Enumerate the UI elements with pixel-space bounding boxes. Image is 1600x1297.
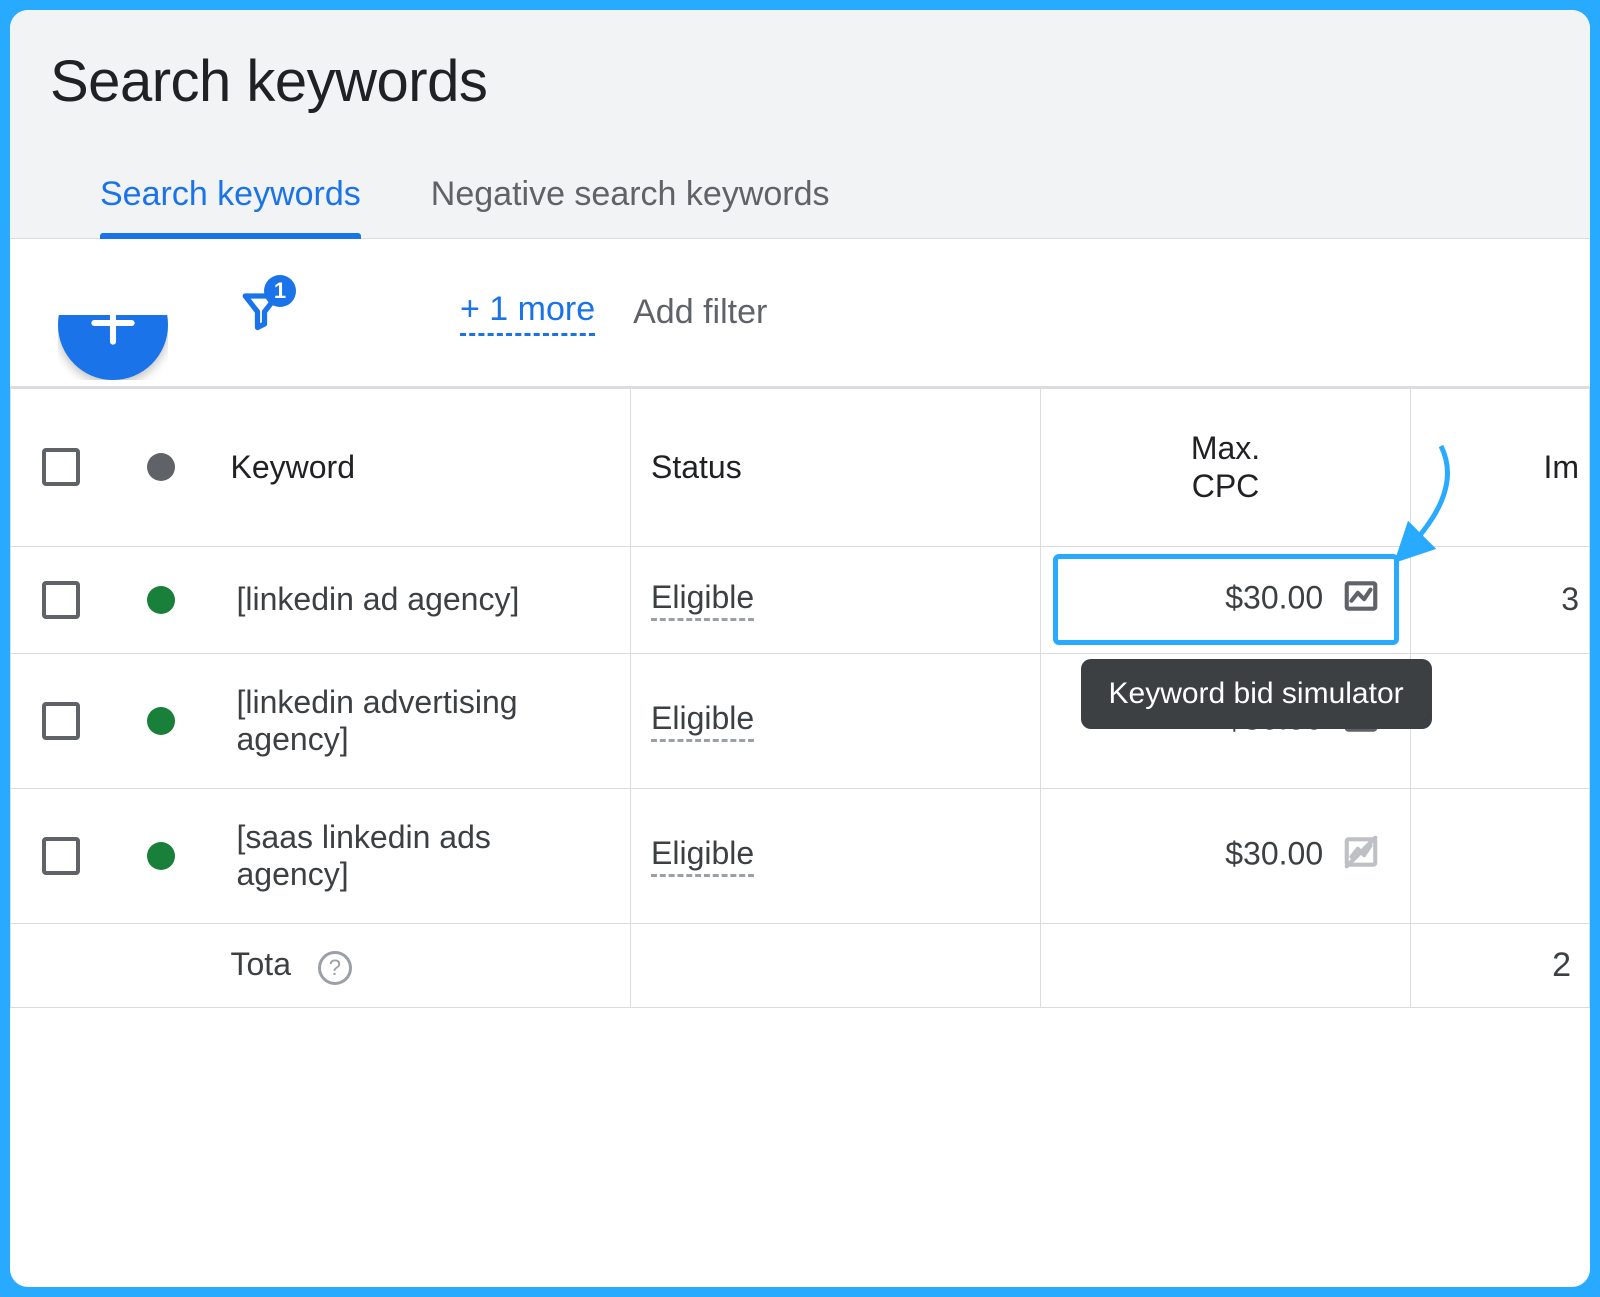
filter-bar: 1 + 1 more Add filter <box>10 239 1590 388</box>
tabs: Search keywords Negative search keywords <box>50 175 1550 238</box>
chart-icon <box>1342 586 1380 622</box>
tooltip-bid-simulator: Keyword bid simulator <box>1081 659 1432 729</box>
filter-icon <box>240 318 282 335</box>
filter-button[interactable]: 1 <box>240 289 282 336</box>
header: Search keywords Search keywords Negative… <box>10 10 1590 239</box>
row-checkbox[interactable] <box>42 837 80 875</box>
app-frame: Search keywords Search keywords Negative… <box>10 10 1590 1287</box>
bid-simulator-button[interactable] <box>1342 577 1380 623</box>
help-icon[interactable]: ? <box>318 951 352 985</box>
status-dot-icon <box>147 707 175 735</box>
status-text[interactable]: Eligible <box>651 700 754 742</box>
status-dot-icon <box>147 586 175 614</box>
status-text[interactable]: Eligible <box>651 579 754 621</box>
keyword-text[interactable]: [linkedin advertising agency] <box>237 684 518 757</box>
max-cpc-value[interactable]: $30.00 <box>1225 579 1323 615</box>
bid-simulator-button-disabled <box>1342 833 1380 879</box>
page-title: Search keywords <box>50 48 1550 115</box>
keyword-text[interactable]: [linkedin ad agency] <box>237 581 520 617</box>
col-max-cpc-line1: Max. <box>1061 429 1390 467</box>
max-cpc-value[interactable]: $30.00 <box>1225 835 1323 871</box>
keyword-text[interactable]: [saas linkedin ads agency] <box>237 819 491 892</box>
col-max-cpc-line2: CPC <box>1061 467 1390 505</box>
tab-negative-keywords[interactable]: Negative search keywords <box>431 175 830 238</box>
chart-icon <box>1342 842 1380 878</box>
tab-search-keywords[interactable]: Search keywords <box>100 175 361 238</box>
col-max-cpc[interactable]: Max. CPC <box>1041 389 1411 547</box>
table-header-row: Keyword Status Max. CPC Im <box>11 389 1590 547</box>
col-impressions[interactable]: Im <box>1411 389 1590 547</box>
add-filter-button[interactable]: Add filter <box>633 293 767 332</box>
status-dot-icon <box>147 453 175 481</box>
more-filters-link[interactable]: + 1 more <box>460 290 595 336</box>
status-dot-icon <box>147 842 175 870</box>
table-row: [saas linkedin ads agency] Eligible $30.… <box>11 788 1590 923</box>
total-label: Tota <box>231 946 291 982</box>
tab-label: Negative search keywords <box>431 175 830 213</box>
select-all-checkbox[interactable] <box>42 448 80 486</box>
impressions-value: 3 <box>1561 581 1579 617</box>
row-checkbox[interactable] <box>42 581 80 619</box>
footer-value: 2 <box>1552 946 1571 984</box>
tab-label: Search keywords <box>100 175 361 213</box>
status-text[interactable]: Eligible <box>651 835 754 877</box>
filter-badge: 1 <box>264 275 296 307</box>
col-status[interactable]: Status <box>631 389 1041 547</box>
col-keyword[interactable]: Keyword <box>211 389 631 547</box>
table-footer-row: Tota ? 2 <box>11 923 1590 1007</box>
row-checkbox[interactable] <box>42 702 80 740</box>
table-row: [linkedin ad agency] Eligible $30.00 3 <box>11 546 1590 653</box>
